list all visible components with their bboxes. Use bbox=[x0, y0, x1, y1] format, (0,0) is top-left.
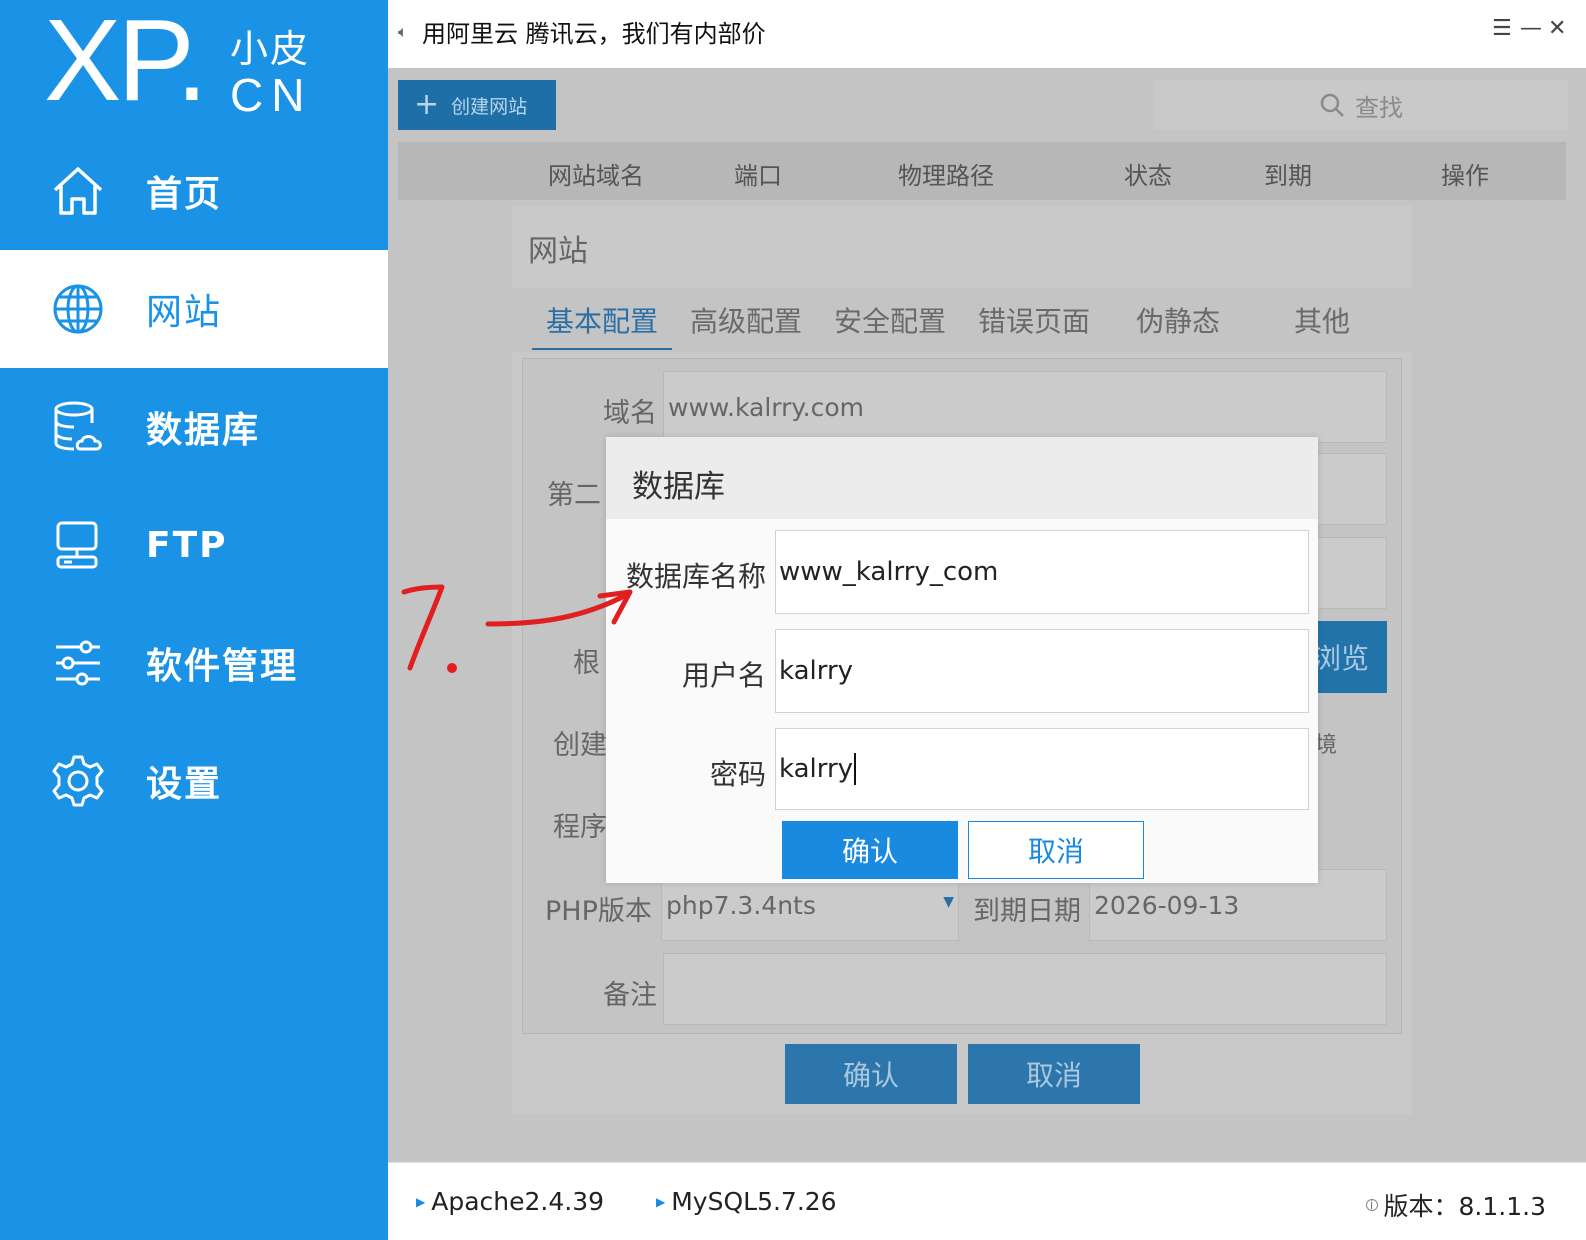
sidebar-item-label: 网站 bbox=[146, 292, 223, 333]
db-confirm-label: 确认 bbox=[841, 835, 898, 868]
website-cancel-button[interactable]: 取消 bbox=[968, 1044, 1140, 1104]
db-user-field[interactable]: kalrry bbox=[775, 629, 1309, 713]
php-version-label: PHP版本 bbox=[545, 896, 652, 927]
db-password-value: kalrry bbox=[779, 754, 854, 784]
domain-value: www.kalrry.com bbox=[668, 392, 864, 422]
website-confirm-button[interactable]: 确认 bbox=[785, 1044, 957, 1104]
expire-date-value: 2026-09-13 bbox=[1094, 890, 1240, 920]
column-header-status: 状态 bbox=[1124, 162, 1172, 190]
active-tab-indicator bbox=[532, 348, 672, 350]
sidebar-item-ftp[interactable]: FTP bbox=[0, 486, 388, 604]
logo: XP. 小皮 CN bbox=[44, 2, 344, 121]
domain-field[interactable]: www.kalrry.com bbox=[663, 371, 1387, 443]
domain-label: 域名 bbox=[603, 398, 657, 429]
db-name-field[interactable]: www_kalrry_com bbox=[775, 530, 1309, 614]
db-name-value: www_kalrry_com bbox=[779, 557, 999, 587]
database-dialog: 数据库 数据库名称 www_kalrry_com 用户名 kalrry 密码 k… bbox=[606, 437, 1318, 883]
website-modal-title: 网站 bbox=[528, 234, 588, 269]
db-password-field[interactable]: kalrry bbox=[775, 728, 1309, 810]
search-input[interactable]: 查找 bbox=[1154, 80, 1568, 130]
column-header-domain: 网站域名 bbox=[548, 162, 644, 190]
table-header: 网站域名 端口 物理路径 状态 到期 操作 bbox=[398, 142, 1566, 200]
sidebar: XP. 小皮 CN 首页 网站 数据库 FTP 软件管理 设置 bbox=[0, 0, 388, 1240]
status-bar: ▶ Apache2.4.39 ▶ MySQL5.7.26 i 版本：8.1.1.… bbox=[388, 1162, 1586, 1240]
column-header-expire: 到期 bbox=[1264, 162, 1312, 190]
info-icon: i bbox=[1365, 1198, 1378, 1212]
menu-icon[interactable]: ☰ bbox=[1492, 16, 1512, 41]
version-label: 版本：8.1.1.3 bbox=[1383, 1192, 1546, 1221]
website-cancel-label: 取消 bbox=[1025, 1059, 1082, 1092]
play-icon: ▶ bbox=[416, 1194, 426, 1209]
tab-rewrite[interactable]: 伪静态 bbox=[1136, 300, 1220, 340]
browse-label: 浏览 bbox=[1313, 642, 1370, 675]
sidebar-item-website[interactable]: 网站 bbox=[0, 250, 388, 368]
home-icon bbox=[53, 167, 103, 215]
db-cancel-label: 取消 bbox=[1027, 835, 1084, 868]
create-env-label: 创建 bbox=[553, 730, 607, 761]
db-cancel-button[interactable]: 取消 bbox=[968, 821, 1144, 879]
logo-small-bottom: CN bbox=[230, 69, 313, 121]
apache-status[interactable]: ▶ Apache2.4.39 bbox=[416, 1187, 604, 1216]
logo-small-top: 小皮 bbox=[230, 27, 311, 71]
play-icon: ▶ bbox=[656, 1194, 666, 1209]
php-version-value: php7.3.4nts bbox=[666, 890, 816, 920]
search-placeholder: 查找 bbox=[1355, 93, 1403, 122]
globe-icon bbox=[53, 284, 103, 334]
sidebar-item-settings[interactable]: 设置 bbox=[0, 722, 388, 840]
apache-label: Apache2.4.39 bbox=[431, 1187, 605, 1216]
db-confirm-button[interactable]: 确认 bbox=[782, 821, 958, 879]
create-env-suffix: 境 bbox=[1315, 733, 1338, 758]
website-confirm-label: 确认 bbox=[842, 1059, 899, 1092]
sidebar-item-home[interactable]: 首页 bbox=[0, 132, 388, 250]
tab-error-pages[interactable]: 错误页面 bbox=[978, 300, 1090, 340]
program-label: 程序 bbox=[553, 812, 607, 843]
close-icon[interactable]: ✕ bbox=[1548, 16, 1566, 41]
speaker-icon: 🔈︎ bbox=[398, 22, 408, 41]
logo-main-text: XP. bbox=[44, 0, 208, 125]
sidebar-item-label: 设置 bbox=[146, 764, 223, 805]
plus-icon: + bbox=[414, 87, 440, 122]
db-password-label: 密码 bbox=[710, 758, 767, 791]
title-bar: 🔈︎ 用阿里云 腾讯云，我们有内部价 ☰ — ✕ bbox=[388, 0, 1586, 68]
second-domain-label: 第二 bbox=[547, 480, 601, 511]
database-dialog-title: 数据库 bbox=[632, 469, 725, 505]
sidebar-item-software[interactable]: 软件管理 bbox=[0, 604, 388, 722]
tab-security[interactable]: 安全配置 bbox=[834, 300, 946, 340]
database-icon bbox=[54, 401, 102, 451]
minimize-icon[interactable]: — bbox=[1520, 16, 1542, 41]
db-user-value: kalrry bbox=[779, 656, 854, 686]
sidebar-item-label: FTP bbox=[146, 524, 228, 566]
mysql-label: MySQL5.7.26 bbox=[671, 1187, 837, 1216]
create-website-button[interactable]: + 创建网站 bbox=[398, 80, 556, 130]
ad-banner-text[interactable]: 用阿里云 腾讯云，我们有内部价 bbox=[422, 14, 766, 49]
note-label: 备注 bbox=[603, 980, 657, 1011]
sidebar-item-label: 首页 bbox=[146, 174, 223, 215]
text-cursor bbox=[854, 753, 857, 785]
chevron-down-icon: ▼ bbox=[943, 894, 954, 910]
mysql-status[interactable]: ▶ MySQL5.7.26 bbox=[656, 1187, 837, 1216]
annotation-step-7 bbox=[401, 584, 633, 673]
sidebar-item-database[interactable]: 数据库 bbox=[0, 368, 388, 486]
sliders-icon bbox=[56, 640, 100, 686]
note-field[interactable] bbox=[663, 953, 1387, 1025]
tab-other[interactable]: 其他 bbox=[1294, 300, 1350, 340]
website-tabs: 基本配置 高级配置 安全配置 错误页面 伪静态 其他 bbox=[512, 288, 1412, 352]
sidebar-item-label: 软件管理 bbox=[146, 646, 299, 687]
column-header-actions: 操作 bbox=[1441, 162, 1489, 190]
column-header-port: 端口 bbox=[734, 162, 782, 190]
db-user-label: 用户名 bbox=[682, 659, 767, 692]
search-icon bbox=[1320, 93, 1344, 117]
column-header-path: 物理路径 bbox=[898, 162, 994, 190]
db-name-label: 数据库名称 bbox=[626, 560, 767, 593]
version-info: i 版本：8.1.1.3 bbox=[1365, 1187, 1546, 1223]
tab-basic[interactable]: 基本配置 bbox=[546, 300, 658, 340]
tab-advanced[interactable]: 高级配置 bbox=[690, 300, 802, 340]
expire-date-label: 到期日期 bbox=[973, 896, 1081, 927]
sidebar-item-label: 数据库 bbox=[146, 410, 261, 451]
create-website-label: 创建网站 bbox=[451, 95, 528, 118]
gear-icon bbox=[52, 755, 104, 807]
ftp-icon bbox=[56, 521, 98, 569]
database-dialog-header: 数据库 bbox=[606, 437, 1318, 519]
